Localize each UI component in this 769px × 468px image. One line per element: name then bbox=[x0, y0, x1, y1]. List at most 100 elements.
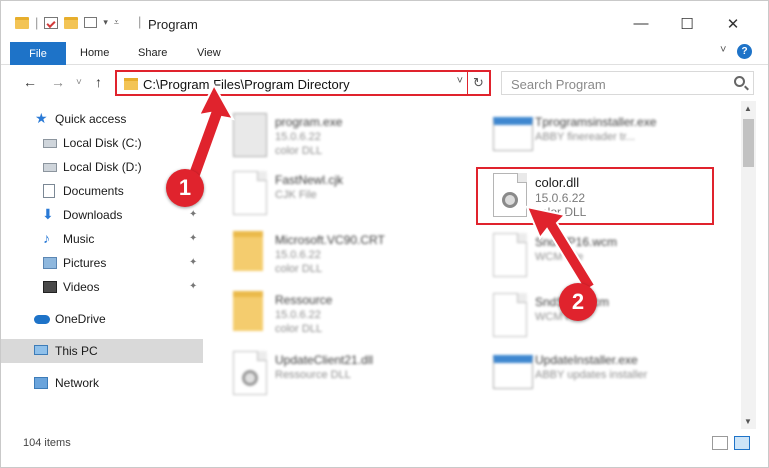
ribbon-collapse-icon[interactable]: ˅ bbox=[720, 44, 726, 56]
title-bar: | ▾ ⩡ | Program — ☐ ✕ bbox=[1, 1, 768, 39]
tab-home[interactable]: Home bbox=[80, 47, 109, 59]
file-list: program.exe 15.0.6.22 color DLL FastNewl… bbox=[211, 101, 741, 427]
sidebar-item-network[interactable]: Network bbox=[1, 371, 203, 395]
pin-icon[interactable]: ✦ bbox=[189, 281, 197, 292]
sidebar-item-music[interactable]: ♪ Music ✦ bbox=[1, 227, 203, 251]
address-path[interactable]: C:\Program Files\Program Directory bbox=[143, 77, 350, 92]
ribbon: File Home Share View ˅ ? bbox=[1, 39, 768, 65]
file-item[interactable]: UpdateInstaller.exe ABBY updates install… bbox=[471, 345, 731, 405]
sidebar-item-label: Local Disk (D:) bbox=[63, 160, 142, 174]
properties-icon[interactable] bbox=[44, 16, 59, 29]
search-icon bbox=[734, 76, 745, 87]
recent-locations-button[interactable]: ˅ bbox=[76, 77, 82, 88]
window-title: Program bbox=[148, 17, 198, 32]
sidebar-item-onedrive[interactable]: OneDrive bbox=[1, 307, 203, 331]
sidebar-item-label: Local Disk (C:) bbox=[63, 136, 142, 150]
back-button[interactable]: ← bbox=[23, 74, 37, 90]
pc-icon bbox=[34, 345, 48, 355]
pictures-icon bbox=[43, 257, 57, 269]
file-name: Tprogramsinstaller.exe bbox=[535, 115, 657, 129]
help-icon[interactable]: ? bbox=[737, 44, 752, 59]
qat-dropdown-icon[interactable]: ▾ bbox=[103, 17, 108, 28]
file-name: FastNewl.cjk bbox=[275, 173, 344, 187]
file-description: color DLL bbox=[275, 323, 323, 335]
minimize-button[interactable]: — bbox=[631, 15, 651, 32]
folder-icon bbox=[233, 291, 263, 331]
qat-more-icon[interactable]: ⩡ bbox=[114, 17, 119, 28]
sidebar-item-label: Network bbox=[55, 376, 100, 390]
large-icons-view-icon[interactable] bbox=[734, 436, 750, 450]
download-icon: ⬇ bbox=[42, 206, 54, 222]
address-bar[interactable]: C:\Program Files\Program Directory ˅ ↻ bbox=[115, 70, 491, 96]
pin-icon[interactable]: ✦ bbox=[189, 233, 197, 244]
tab-view[interactable]: View bbox=[197, 47, 221, 59]
navigation-pane: ★ Quick access Local Disk (C:) Local Dis… bbox=[1, 103, 211, 427]
scroll-down-icon[interactable]: ▼ bbox=[744, 417, 752, 426]
vertical-scrollbar[interactable]: ▲ ▼ bbox=[741, 101, 756, 429]
sidebar-item-label: Quick access bbox=[55, 112, 127, 126]
file-description: ABBY updates installer bbox=[535, 369, 648, 381]
sidebar-item-label: Videos bbox=[63, 280, 100, 294]
file-explorer-window: | ▾ ⩡ | Program — ☐ ✕ File Home Share Vi… bbox=[0, 0, 769, 468]
sidebar-item-this-pc[interactable]: This PC bbox=[1, 339, 203, 363]
close-button[interactable]: ✕ bbox=[723, 15, 743, 33]
file-name: UpdateClient21.dll bbox=[275, 353, 374, 367]
network-icon bbox=[34, 377, 48, 389]
sidebar-item-quick-access[interactable]: ★ Quick access bbox=[1, 107, 203, 131]
disk-icon bbox=[43, 163, 57, 172]
tab-file[interactable]: File bbox=[10, 42, 66, 65]
sidebar-item-label: Music bbox=[63, 232, 95, 246]
folder-icon bbox=[233, 231, 263, 271]
sidebar-item-downloads[interactable]: ⬇ Downloads ✦ bbox=[1, 203, 203, 227]
file-item[interactable]: SndWP16.wcm WCM File bbox=[471, 227, 731, 287]
onedrive-icon bbox=[34, 315, 50, 324]
file-item[interactable]: Ressource 15.0.6.22 color DLL bbox=[211, 285, 471, 345]
file-item[interactable]: program.exe 15.0.6.22 color DLL bbox=[211, 107, 471, 167]
file-description: color DLL bbox=[275, 263, 323, 275]
sidebar-item-videos[interactable]: Videos ✦ bbox=[1, 275, 203, 299]
dll-icon bbox=[233, 351, 267, 395]
file-item[interactable]: Tprogramsinstaller.exe ABBY finereader t… bbox=[471, 107, 731, 167]
quick-access-toolbar: | ▾ ⩡ bbox=[15, 15, 119, 30]
navigation-bar: ← → ˅ ↑ C:\Program Files\Program Directo… bbox=[1, 66, 768, 100]
separator: | bbox=[35, 15, 39, 30]
scroll-up-icon[interactable]: ▲ bbox=[744, 104, 752, 113]
tab-share[interactable]: Share bbox=[138, 47, 167, 59]
maximize-button[interactable]: ☐ bbox=[677, 15, 697, 33]
scroll-thumb[interactable] bbox=[743, 119, 754, 167]
pin-icon[interactable]: ✦ bbox=[189, 257, 197, 268]
file-item[interactable]: FastNewl.cjk CJK File bbox=[211, 165, 471, 225]
installer-icon bbox=[493, 355, 533, 389]
refresh-button[interactable]: ↻ bbox=[467, 72, 489, 94]
sidebar-item-pictures[interactable]: Pictures ✦ bbox=[1, 251, 203, 275]
star-icon: ★ bbox=[35, 110, 48, 126]
search-input[interactable]: Search Program bbox=[501, 71, 754, 95]
step2-badge: 2 bbox=[559, 283, 597, 321]
sidebar-item-label: Pictures bbox=[63, 256, 107, 270]
file-item[interactable]: UpdateClient21.dll Ressource DLL bbox=[211, 345, 471, 405]
address-dropdown-icon[interactable]: ˅ bbox=[457, 75, 463, 87]
up-button[interactable]: ↑ bbox=[95, 74, 102, 90]
file-version: 15.0.6.22 bbox=[275, 309, 321, 321]
gear-icon bbox=[242, 370, 258, 386]
forward-button[interactable]: → bbox=[51, 74, 65, 90]
pin-icon[interactable]: ✦ bbox=[189, 209, 197, 220]
file-description: Ressource DLL bbox=[275, 369, 351, 381]
disk-icon bbox=[43, 139, 57, 148]
file-name: Ressource bbox=[275, 293, 333, 307]
music-icon: ♪ bbox=[43, 230, 50, 246]
file-description: ABBY finereader tr... bbox=[535, 131, 636, 143]
new-folder-icon[interactable] bbox=[64, 16, 79, 29]
sidebar-item-label: OneDrive bbox=[55, 312, 106, 326]
sidebar-item-label: This PC bbox=[55, 344, 98, 358]
file-name: program.exe bbox=[275, 115, 343, 129]
customize-toolbar-icon[interactable] bbox=[84, 17, 98, 28]
sidebar-item-label: Downloads bbox=[63, 208, 123, 222]
file-item[interactable]: Microsoft.VC90.CRT 15.0.6.22 color DLL bbox=[211, 225, 471, 285]
details-view-icon[interactable] bbox=[712, 436, 728, 450]
item-count: 104 items bbox=[23, 437, 71, 449]
folder-icon bbox=[124, 78, 138, 90]
file-item[interactable]: SndSEN.wcm WCM File bbox=[471, 287, 731, 347]
sidebar-item-local-disk-c[interactable]: Local Disk (C:) bbox=[1, 131, 203, 155]
title-separator: | bbox=[138, 14, 142, 29]
